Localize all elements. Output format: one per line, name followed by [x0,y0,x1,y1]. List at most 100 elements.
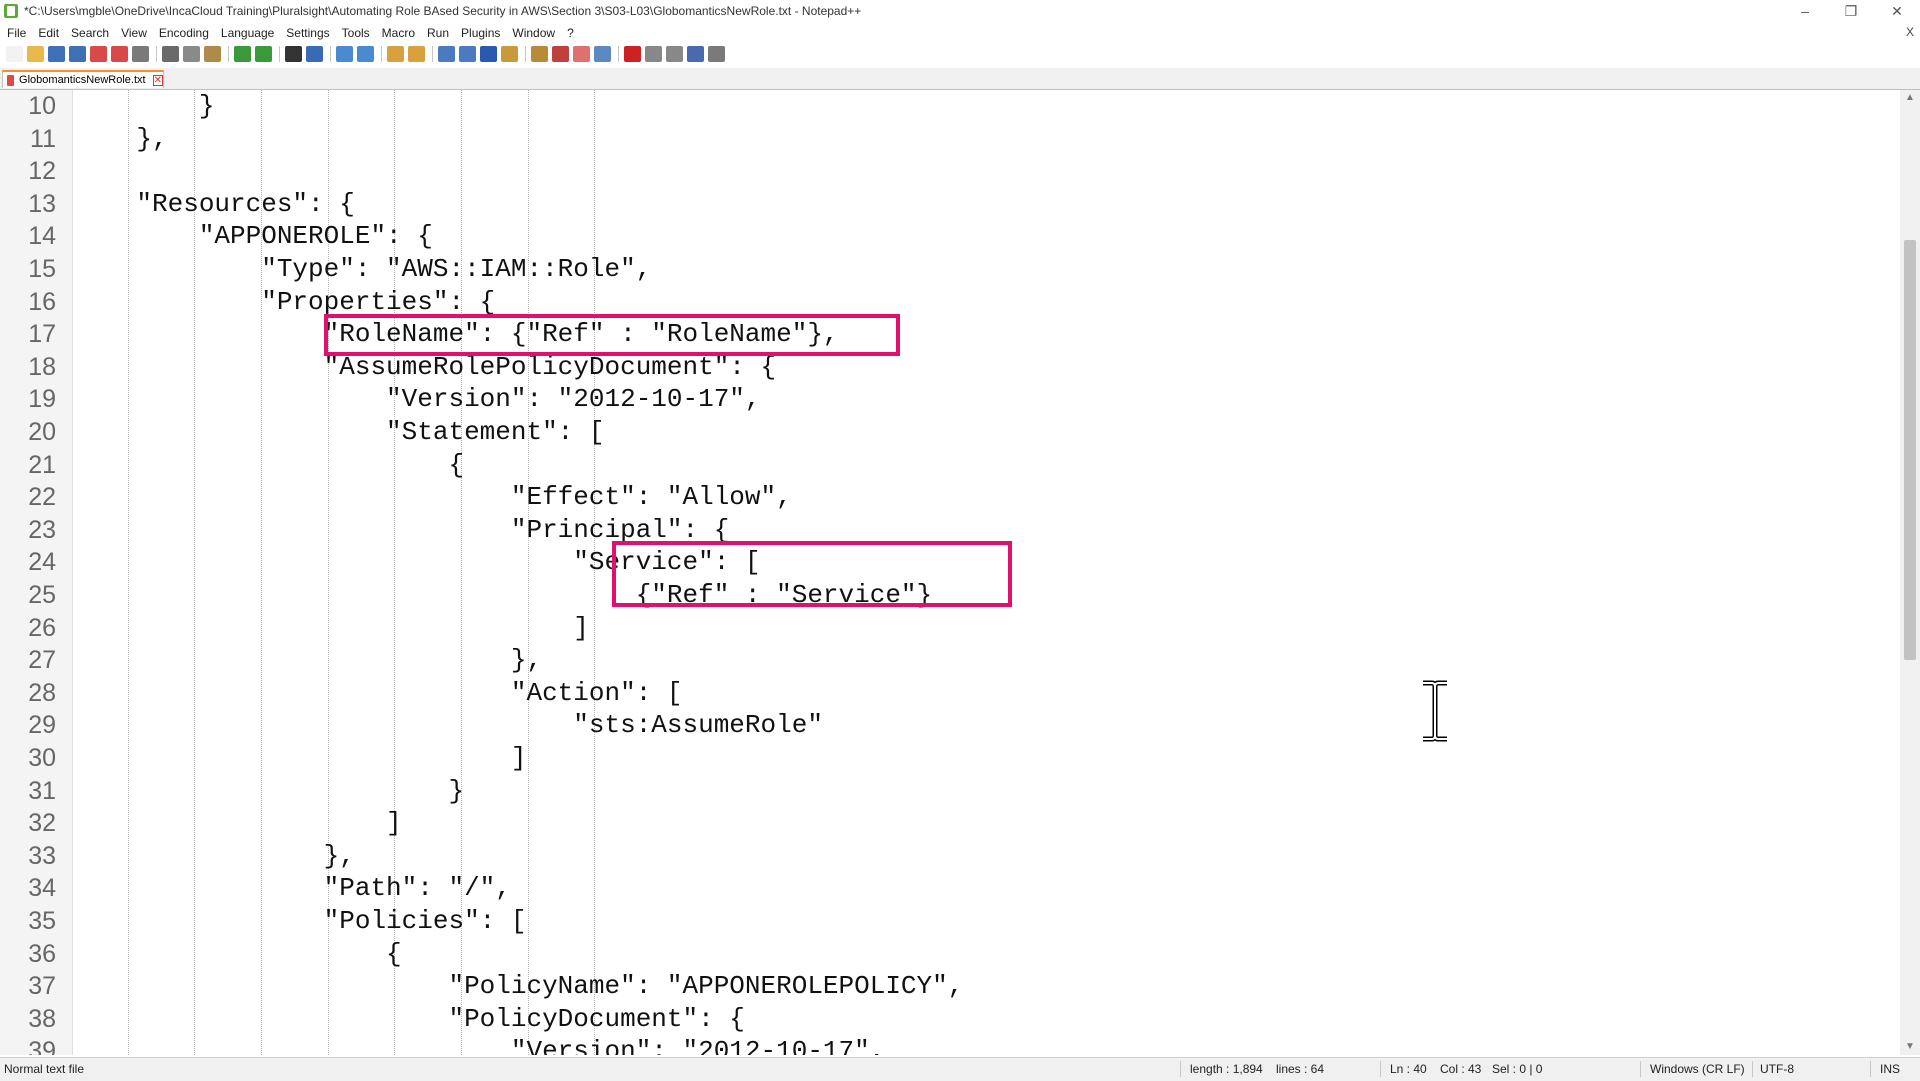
code-text[interactable]: ] [74,742,527,775]
folder-workspace-icon[interactable] [573,46,590,62]
code-text[interactable]: "Path": "/", [74,872,511,905]
open-file-icon[interactable] [27,46,44,62]
menu-run[interactable]: Run [420,26,454,40]
run-macro-multiple-icon[interactable] [687,46,704,62]
close-all-icon[interactable] [111,46,128,62]
vertical-scrollbar[interactable]: ▲ ▼ [1900,90,1920,1055]
code-text[interactable]: } [74,90,215,123]
code-line[interactable]: 19 "Version": "2012-10-17", [0,383,1900,416]
close-document-x[interactable]: X [1906,25,1914,39]
code-text[interactable]: ] [74,807,402,840]
code-text[interactable]: "Action": [ [74,677,683,710]
scroll-up-arrow-icon[interactable]: ▲ [1900,90,1920,106]
cut-icon[interactable] [162,46,179,62]
code-text[interactable]: "PolicyDocument": { [74,1003,744,1036]
code-line[interactable]: 32 ] [0,807,1900,840]
editor-area[interactable]: 10 } 11 }, 12 13 "Resources": {14 "APPONERO… [0,90,1900,1055]
code-line[interactable]: 29 "sts:AssumeRole" [0,709,1900,742]
code-text[interactable]: "APPONEROLE": { [74,220,433,253]
code-text[interactable]: "Resources": { [74,188,354,221]
scroll-thumb[interactable] [1904,240,1916,660]
monitoring-icon[interactable] [594,46,611,62]
print-icon[interactable] [132,46,149,62]
code-line[interactable]: 17 "RoleName": {"Ref" : "RoleName"}, [0,318,1900,351]
code-text[interactable]: }, [74,644,542,677]
restore-button[interactable]: ❐ [1828,0,1874,22]
code-line[interactable]: 30 ] [0,742,1900,775]
code-text[interactable]: "PolicyName": "APPONEROLEPOLICY", [74,970,963,1003]
zoom-in-icon[interactable] [336,46,353,62]
menu-view[interactable]: View [114,26,152,40]
word-wrap-icon[interactable] [438,46,455,62]
code-line[interactable]: 11 }, [0,123,1900,156]
find-icon[interactable] [285,46,302,62]
menu-macro[interactable]: Macro [375,26,420,40]
code-text[interactable]: }, [74,840,355,873]
menu-edit[interactable]: Edit [31,26,64,40]
sync-h-icon[interactable] [408,46,425,62]
code-line[interactable]: 20 "Statement": [ [0,416,1900,449]
status-eol-format[interactable]: Windows (CR LF) [1650,1062,1745,1076]
tab-close-icon[interactable]: ✕ [152,74,163,86]
scroll-down-arrow-icon[interactable]: ▼ [1900,1039,1920,1055]
code-text[interactable]: "Policies": [ [74,905,527,938]
code-line[interactable]: 22 "Effect": "Allow", [0,481,1900,514]
code-line[interactable]: 21 { [0,449,1900,482]
code-line[interactable]: 27 }, [0,644,1900,677]
code-line[interactable]: 14 "APPONEROLE": { [0,220,1900,253]
paste-icon[interactable] [204,46,221,62]
save-all-icon[interactable] [69,46,86,62]
indent-guide-icon[interactable] [480,46,497,62]
doc-map-icon[interactable] [531,46,548,62]
menu-language[interactable]: Language [214,26,279,40]
notepadpp-app-icon[interactable] [4,4,18,18]
menu-help[interactable]: ? [560,26,579,40]
code-text[interactable]: "Statement": [ [74,416,604,449]
code-text[interactable]: ] [74,612,589,645]
stop-macro-icon[interactable] [645,46,662,62]
code-text[interactable]: "Version": "2012-10-17", [74,1035,885,1055]
menu-window[interactable]: Window [505,26,560,40]
redo-icon[interactable] [255,46,272,62]
record-macro-icon[interactable] [624,46,641,62]
zoom-out-icon[interactable] [357,46,374,62]
code-line[interactable]: 31 } [0,775,1900,808]
status-insert-mode[interactable]: INS [1880,1062,1900,1076]
menu-file[interactable]: File [0,26,31,40]
code-line[interactable]: 39 "Version": "2012-10-17", [0,1035,1900,1055]
undo-icon[interactable] [234,46,251,62]
save-icon[interactable] [48,46,65,62]
close-window-button[interactable]: ✕ [1874,0,1920,22]
code-line[interactable]: 10 } [0,90,1900,123]
menu-plugins[interactable]: Plugins [454,26,505,40]
function-list-icon[interactable] [552,46,569,62]
copy-icon[interactable] [183,46,200,62]
code-line[interactable]: 16 "Properties": { [0,286,1900,319]
code-line[interactable]: 12 [0,155,1900,188]
code-text[interactable]: "Version": "2012-10-17", [74,383,760,416]
code-text[interactable]: "Type": "AWS::IAM::Role", [74,253,651,286]
menu-settings[interactable]: Settings [279,26,334,40]
code-line[interactable]: 36 { [0,938,1900,971]
save-macro-icon[interactable] [708,46,725,62]
document-tab[interactable]: GlobomanticsNewRole.txt ✕ [2,70,164,88]
code-line[interactable]: 35 "Policies": [ [0,905,1900,938]
code-line[interactable]: 37 "PolicyName": "APPONEROLEPOLICY", [0,970,1900,1003]
menu-encoding[interactable]: Encoding [152,26,214,40]
code-text[interactable]: } [74,775,464,808]
code-line[interactable]: 13 "Resources": { [0,188,1900,221]
sync-v-icon[interactable] [387,46,404,62]
code-text[interactable]: "Effect": "Allow", [74,481,792,514]
new-file-icon[interactable] [6,46,23,62]
code-line[interactable]: 28 "Action": [ [0,677,1900,710]
code-line[interactable]: 26 ] [0,612,1900,645]
all-chars-icon[interactable] [459,46,476,62]
close-icon[interactable] [90,46,107,62]
code-line[interactable]: 33 }, [0,840,1900,873]
menu-tools[interactable]: Tools [335,26,375,40]
code-text[interactable]: { [74,449,464,482]
udl-icon[interactable] [501,46,518,62]
minimize-button[interactable]: – [1782,0,1828,22]
code-text[interactable]: }, [74,123,167,156]
status-encoding[interactable]: UTF-8 [1760,1062,1794,1076]
